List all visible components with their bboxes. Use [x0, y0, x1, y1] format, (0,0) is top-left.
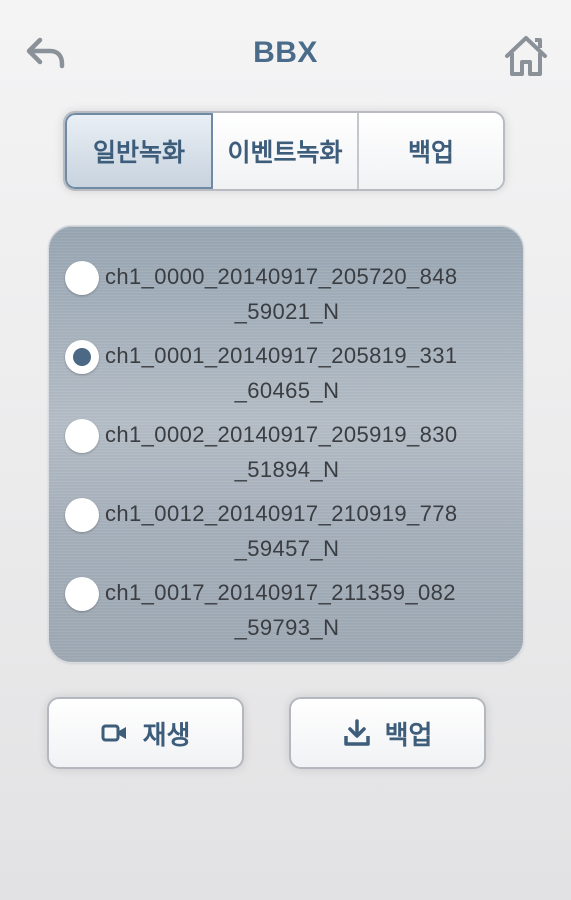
play-label: 재생: [142, 720, 191, 751]
radio-button[interactable]: [65, 419, 99, 453]
page-title: BBX: [253, 36, 318, 69]
file-list: ch1_0000_20140917_205720_848 _59021_N ch…: [48, 225, 524, 663]
download-icon: [343, 719, 370, 746]
file-name-line1: ch1_0017_20140917_211359_082: [105, 580, 456, 605]
radio-dot: [73, 348, 91, 366]
radio-button[interactable]: [65, 577, 99, 611]
tab-label: 백업: [407, 138, 454, 167]
list-item[interactable]: ch1_0002_20140917_205919_830 _51894_N: [49, 384, 525, 482]
tab-backup[interactable]: 백업: [359, 113, 503, 189]
play-button[interactable]: 재생: [47, 697, 244, 769]
list-item[interactable]: ch1_0000_20140917_205720_848 _59021_N: [49, 226, 525, 324]
file-name-line2: _59793_N: [234, 615, 340, 640]
list-item[interactable]: ch1_0017_20140917_211359_082 _59793_N: [49, 542, 525, 640]
record-type-tabs: 일반녹화 이벤트녹화 백업: [63, 111, 505, 191]
tab-label: 일반녹화: [92, 138, 185, 167]
tab-event-recording[interactable]: 이벤트녹화: [213, 113, 359, 189]
list-item[interactable]: ch1_0012_20140917_210919_778 _59457_N: [49, 463, 525, 561]
backup-label: 백업: [384, 720, 433, 751]
backup-button[interactable]: 백업: [289, 697, 486, 769]
video-camera-icon: [101, 724, 126, 742]
file-name-line1: ch1_0002_20140917_205919_830: [105, 422, 458, 447]
header-bar: BBX: [0, 0, 571, 110]
tab-normal-recording[interactable]: 일반녹화: [65, 113, 213, 189]
home-icon: [505, 36, 547, 76]
list-item[interactable]: ch1_0001_20140917_205819_331 _60465_N: [49, 305, 525, 403]
radio-button[interactable]: [65, 261, 99, 295]
file-name-line1: ch1_0012_20140917_210919_778: [105, 501, 458, 526]
file-name-line1: ch1_0001_20140917_205819_331: [105, 343, 458, 368]
radio-button-selected[interactable]: [65, 340, 99, 374]
file-name-line1: ch1_0000_20140917_205720_848: [105, 264, 458, 289]
tab-label: 이벤트녹화: [227, 138, 343, 167]
radio-button[interactable]: [65, 498, 99, 532]
home-button[interactable]: [502, 32, 550, 80]
